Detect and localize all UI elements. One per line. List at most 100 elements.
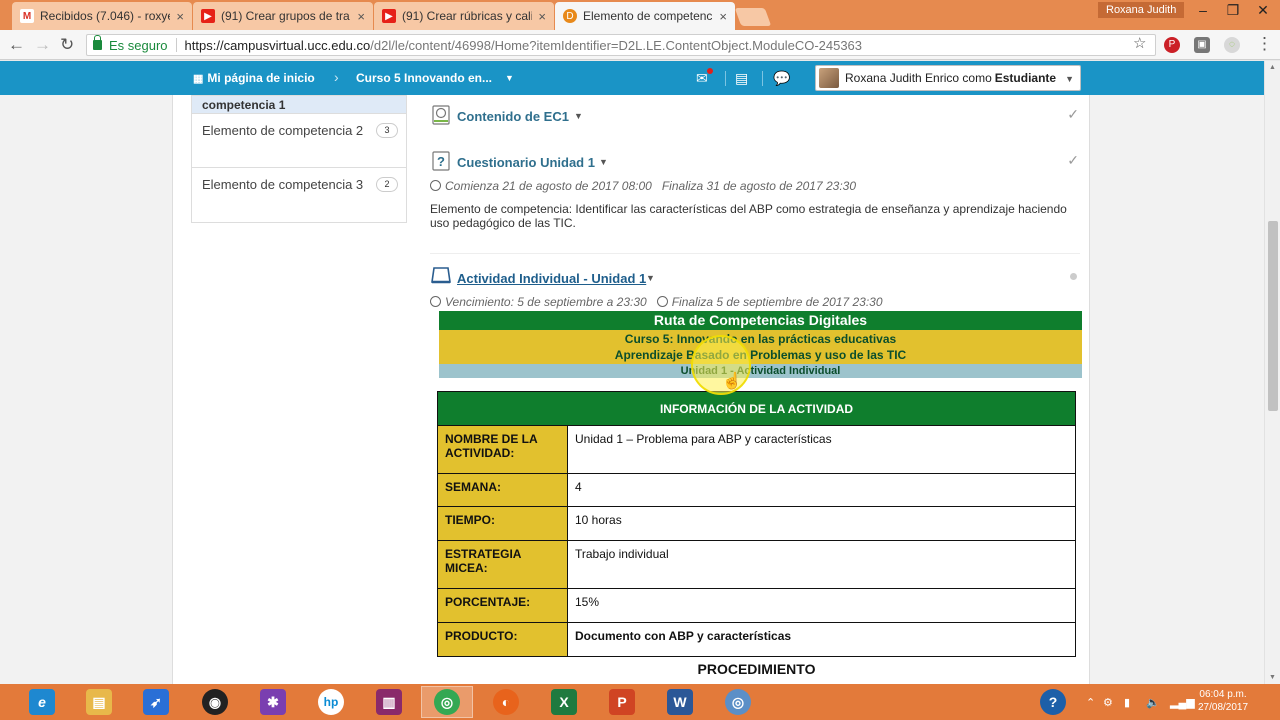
forward-icon[interactable]: → [34, 35, 51, 55]
back-icon[interactable]: ← [8, 35, 25, 55]
taskbar-excel[interactable]: X [538, 686, 590, 718]
taskbar-powerpoint[interactable]: P [596, 686, 648, 718]
table-value: Unidad 1 – Problema para ABP y caracterí… [567, 425, 1076, 474]
content-area: competencia 1 Elemento de competencia 2 … [172, 95, 1090, 684]
taskbar-recorder[interactable]: ◎ [712, 686, 764, 718]
hand-cursor-icon: ☝ [722, 373, 742, 390]
table-value: Trabajo individual [567, 540, 1076, 589]
module-item[interactable]: Elemento de competencia 2 3 [192, 114, 406, 168]
close-icon[interactable]: × [357, 9, 365, 24]
module-label: Elemento de competencia 2 [202, 123, 364, 138]
page-viewport: ▦ Mi página de inicio › Curso 5 Innovando… [0, 61, 1264, 684]
module-item[interactable]: Elemento de competencia 3 2 [192, 168, 406, 222]
due-date: Vencimiento: 5 de septiembre a 23:30 [445, 295, 647, 309]
signal-icon[interactable]: ▂▄▆ [1170, 696, 1195, 709]
taskbar-rocket[interactable]: ➶ [130, 686, 182, 718]
content-item-title[interactable]: Cuestionario Unidad 1 [457, 155, 595, 170]
tab-title: (91) Crear grupos de tra [221, 9, 350, 23]
nav-divider [762, 71, 763, 86]
taskbar-ie[interactable]: e [16, 686, 68, 718]
clock-icon [430, 180, 441, 191]
taskbar-word[interactable]: W [654, 686, 706, 718]
close-icon[interactable]: × [719, 9, 727, 24]
lock-icon [93, 35, 102, 50]
tab-gmail[interactable]: M Recibidos (7.046) - roxye × [12, 2, 192, 30]
end-date: Finaliza 31 de agosto de 2017 23:30 [661, 179, 856, 193]
table-label: PORCENTAJE: [437, 588, 568, 623]
banner-course: Curso 5: Innovando en las prácticas educ… [624, 332, 897, 346]
web-page-icon [432, 105, 450, 125]
page-scrollbar[interactable]: ▲ ▼ [1264, 61, 1280, 684]
date-meta: Vencimiento: 5 de septiembre a 23:30 Fin… [430, 295, 883, 309]
chevron-down-icon[interactable]: ▼ [599, 157, 608, 167]
taskbar-firefox[interactable]: ◐ [480, 686, 532, 718]
system-clock[interactable]: 06:04 p.m. 27/08/2017 [1198, 688, 1248, 714]
extension-icon[interactable]: ▣ [1194, 37, 1210, 53]
taskbar-puzzle[interactable]: ✱ [247, 686, 299, 718]
chevron-down-icon[interactable]: ▼ [574, 111, 583, 121]
home-link[interactable]: ▦ Mi página de inicio [193, 71, 315, 85]
puzzle-app-icon: ✱ [260, 689, 286, 715]
updates-icon[interactable]: ▤ [735, 70, 748, 87]
menu-icon[interactable]: ⋮ [1256, 34, 1273, 54]
taskbar-hp[interactable]: hp [305, 686, 357, 718]
tray-chevron-icon[interactable]: ⌃ [1086, 696, 1095, 709]
table-row: TIEMPO: 10 horas [437, 506, 1076, 541]
scroll-down-icon[interactable]: ▼ [1269, 674, 1276, 681]
chat-icon[interactable]: 💬 [773, 70, 790, 87]
content-item-link[interactable]: Actividad Individual - Unidad 1 [457, 271, 646, 286]
tab-elemento-competencia[interactable]: D Elemento de competenc × [555, 2, 735, 30]
help-icon[interactable]: ? [1040, 689, 1066, 715]
battery-icon[interactable]: ▮ [1124, 696, 1130, 709]
notifications-icon[interactable]: ✉ [696, 70, 708, 87]
address-bar[interactable]: Es seguro https://campusvirtual.ucc.edu.… [86, 34, 1156, 56]
user-menu[interactable]: Roxana Judith Enrico como Estudiante ▼ [815, 65, 1081, 91]
volume-icon[interactable]: 🔈 [1146, 696, 1160, 709]
close-icon[interactable]: × [538, 9, 546, 24]
home-label: Mi página de inicio [207, 71, 315, 85]
tab-youtube-rubricas[interactable]: ▶ (91) Crear rúbricas y calif × [374, 2, 554, 30]
scrollbar-thumb[interactable] [1268, 221, 1278, 411]
content-item-title[interactable]: Contenido de EC1 [457, 109, 569, 124]
table-row: SEMANA: 4 [437, 473, 1076, 507]
user-name: Roxana Judith Enrico como [845, 71, 992, 85]
table-value: 15% [567, 588, 1076, 623]
maximize-icon[interactable]: ❐ [1218, 0, 1248, 20]
taskbar-webcam[interactable]: ◉ [189, 686, 241, 718]
module-item-selected[interactable]: competencia 1 [192, 96, 406, 114]
pinterest-icon[interactable]: P [1164, 37, 1180, 53]
close-window-icon[interactable]: ✕ [1248, 0, 1278, 20]
count-badge: 2 [376, 177, 398, 192]
new-tab-button[interactable] [734, 8, 772, 26]
windows-taskbar: e ▤ ➶ ◉ ✱ hp ▥ ◎ ◐ X P W ◎ ? ⌃ ⚙ ▮ 🔈 ▂▄▆… [0, 684, 1280, 720]
end-date: Finaliza 5 de septiembre de 2017 23:30 [671, 295, 883, 309]
taskbar-explorer[interactable]: ▤ [73, 686, 125, 718]
reload-icon[interactable]: ↻ [60, 35, 74, 55]
svg-text:?: ? [437, 154, 445, 169]
home-icon: ▦ [193, 73, 204, 85]
hp-icon: hp [318, 689, 344, 715]
chevron-down-icon[interactable]: ▼ [646, 273, 655, 283]
taskbar-winrar[interactable]: ▥ [363, 686, 415, 718]
network-settings-icon[interactable]: ⚙ [1103, 696, 1113, 709]
course-selector[interactable]: Curso 5 Innovando en... [356, 71, 492, 85]
count-badge: 3 [376, 123, 398, 138]
minimize-icon[interactable]: – [1188, 0, 1218, 20]
course-navbar: ▦ Mi página de inicio › Curso 5 Innovando… [0, 61, 1264, 95]
extension-leaf-icon[interactable]: ◌ [1224, 37, 1240, 53]
close-icon[interactable]: × [176, 9, 184, 24]
chevron-down-icon[interactable]: ▼ [505, 73, 514, 83]
tab-youtube-grupos[interactable]: ▶ (91) Crear grupos de tra × [193, 2, 373, 30]
table-label: SEMANA: [437, 473, 568, 507]
bookmark-star-icon[interactable]: ☆ [1133, 34, 1146, 52]
ie-icon: e [29, 689, 55, 715]
divider [430, 253, 1080, 254]
table-label: PRODUCTO: [437, 622, 568, 657]
taskbar-chrome[interactable]: ◎ [421, 686, 473, 718]
tab-title: Elemento de competenc [583, 9, 713, 23]
module-label: Elemento de competencia 3 [202, 177, 364, 192]
scroll-up-icon[interactable]: ▲ [1269, 64, 1276, 71]
table-row: ESTRATEGIA MICEA: Trabajo individual [437, 540, 1076, 589]
table-row: PORCENTAJE: 15% [437, 588, 1076, 623]
window-user-badge[interactable]: Roxana Judith [1098, 2, 1185, 18]
